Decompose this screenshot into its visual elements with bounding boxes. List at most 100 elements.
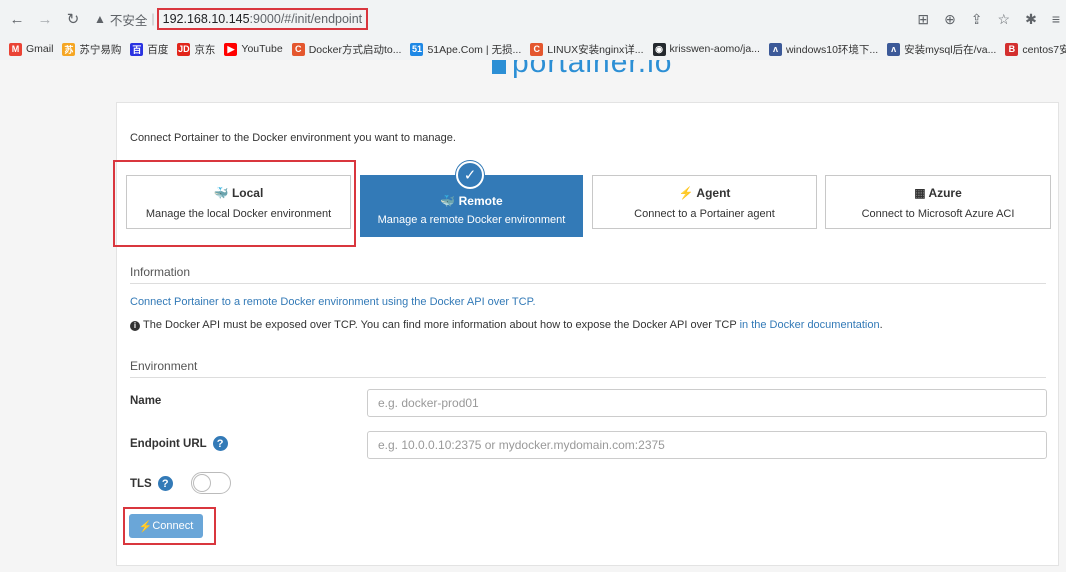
bookmark-item[interactable]: JD 京东	[177, 42, 215, 57]
bookmark-label: Docker方式启动to...	[308, 43, 402, 56]
connect-button[interactable]: ⚡ Connect	[129, 514, 203, 538]
star-icon[interactable]: ☆	[998, 11, 1011, 28]
docker-icon: 🐳	[440, 194, 456, 208]
bookmark-label: 51Ape.Com | 无损...	[427, 43, 522, 56]
page-content: portainer.io Connect Portainer to the Do…	[0, 60, 1066, 572]
connect-label: Connect	[152, 520, 194, 532]
bookmark-item[interactable]: ▶ YouTube	[224, 42, 283, 56]
windows-icon: ▦	[914, 186, 926, 200]
url-host: 192.168.10.145	[162, 12, 250, 26]
bookmark-icon: 苏	[62, 42, 76, 56]
check-icon: ✓	[456, 161, 484, 189]
tls-label-text: TLS	[130, 477, 152, 490]
forward-icon[interactable]: →	[34, 8, 56, 30]
bookmark-icon: ʌ	[887, 42, 901, 56]
tls-toggle[interactable]	[191, 472, 231, 494]
info-icon: i	[130, 321, 140, 331]
menu-icon[interactable]: ≡	[1052, 11, 1060, 27]
endpoint-url-input[interactable]	[367, 431, 1047, 459]
bookmark-item[interactable]: C LINUX安装nginx详...	[530, 42, 644, 57]
bookmark-item[interactable]: Bcentos7安	[1005, 42, 1066, 57]
info-note-end: .	[879, 319, 883, 331]
toggle-knob	[193, 474, 211, 492]
address-separator: |	[151, 12, 155, 26]
bookmark-icon: ▶	[224, 42, 238, 56]
portainer-logo-icon	[492, 60, 506, 74]
option-desc: Connect to a Portainer agent	[634, 208, 775, 220]
help-icon[interactable]: ?	[157, 476, 173, 491]
bookmark-icon: C	[291, 42, 305, 56]
bookmark-item[interactable]: 百百度	[130, 42, 168, 57]
bookmark-icon: 百	[130, 42, 144, 56]
bookmark-item[interactable]: 苏苏宁易购	[62, 42, 121, 57]
docker-icon: 🐳	[213, 186, 229, 200]
option-title: Remote	[458, 194, 503, 208]
bookmark-label: LINUX安装nginx详...	[547, 43, 644, 56]
url-highlight[interactable]: 192.168.10.145:9000/#/init/endpoint	[156, 8, 369, 30]
share-icon[interactable]: ⇪	[971, 11, 983, 28]
bookmark-item[interactable]: ◉ krisswen-aomo/ja...	[652, 42, 760, 56]
information-heading: Information	[130, 265, 1046, 284]
bookmarks-bar: M Gmail 苏苏宁易购百百度 JD 京东 ▶ YouTube C Docker方式启动to.…	[0, 38, 1066, 60]
option-title: Agent	[696, 186, 731, 200]
name-label: Name	[130, 395, 161, 407]
url-path: :9000/#/init/endpoint	[249, 12, 363, 26]
help-icon[interactable]: ?	[212, 436, 228, 451]
tls-label: TLS?	[130, 476, 173, 491]
zoom-icon[interactable]: ⊕	[944, 11, 956, 28]
bookmark-label: 安装mysql后在/va...	[904, 43, 997, 56]
name-input[interactable]	[367, 389, 1047, 417]
bolt-icon: ⚡	[678, 186, 694, 200]
bookmark-item[interactable]: C Docker方式启动to...	[291, 42, 402, 57]
logo-text: portainer.io	[512, 60, 673, 79]
intro-text: Connect Portainer to the Docker environm…	[130, 132, 456, 144]
endpoint-panel: Connect Portainer to the Docker environm…	[113, 102, 1059, 566]
bookmark-label: 百度	[147, 43, 169, 56]
option-desc: Manage a remote Docker environment	[377, 214, 566, 226]
option-title: Azure	[928, 186, 962, 200]
bookmark-item[interactable]: 51 51Ape.Com | 无损...	[410, 42, 521, 57]
option-desc: Manage the local Docker environment	[145, 208, 332, 220]
bookmark-label: YouTube	[241, 43, 283, 55]
bookmark-icon: M	[9, 42, 22, 56]
bookmark-item[interactable]: ʌ windows10环境下...	[768, 42, 879, 57]
warning-icon: ▲	[94, 12, 106, 26]
reload-icon[interactable]: ↻	[62, 8, 84, 30]
extensions-icon[interactable]: ✱	[1025, 11, 1037, 28]
bookmark-icon: B	[1005, 42, 1019, 56]
docker-docs-link[interactable]: in the Docker documentation	[740, 319, 880, 331]
name-label-text: Name	[130, 395, 162, 407]
option-agent[interactable]: ⚡ Agent Connect to a Portainer agent	[592, 175, 817, 229]
bookmark-icon: 51	[410, 42, 424, 56]
address-bar[interactable]: ▲ 不安全 | 192.168.10.145:9000/#/init/endpo…	[94, 7, 369, 31]
toolbar-actions: ⊞ ⊕ ⇪ ☆ ✱ ≡	[917, 0, 1066, 38]
bookmark-label: krisswen-aomo/ja...	[669, 43, 760, 55]
back-icon[interactable]: ←	[6, 8, 28, 30]
environment-heading: Environment	[130, 359, 1046, 378]
bookmark-label: centos7安	[1022, 43, 1066, 56]
bookmark-item[interactable]: ʌ 安装mysql后在/va...	[887, 42, 996, 57]
bookmark-icon: JD	[177, 42, 191, 56]
bolt-icon: ⚡	[138, 520, 153, 533]
remote-docker-link: Connect Portainer to a remote Docker env…	[130, 296, 536, 308]
translate-icon[interactable]: ⊞	[917, 11, 929, 28]
bookmark-icon: ʌ	[768, 42, 782, 56]
bookmark-label: windows10环境下...	[785, 43, 879, 56]
option-desc: Connect to Microsoft Azure ACI	[861, 208, 1015, 220]
bookmark-label: 苏宁易购	[79, 43, 122, 56]
bookmark-label: Gmail	[26, 43, 54, 55]
browser-toolbar: ← → ↻ ▲ 不安全 | 192.168.10.145:9000/#/init…	[0, 0, 1066, 38]
bookmark-item[interactable]: M Gmail	[9, 42, 54, 56]
info-note-text: The Docker API must be exposed over TCP.…	[143, 319, 740, 331]
option-local[interactable]: 🐳 Local Manage the local Docker environm…	[126, 175, 351, 229]
bookmark-icon: C	[530, 42, 544, 56]
option-azure[interactable]: ▦ Azure Connect to Microsoft Azure ACI	[825, 175, 1051, 229]
bookmark-icon: ◉	[652, 42, 666, 56]
portainer-logo: portainer.io	[492, 60, 672, 80]
endpoint-url-label-text: Endpoint URL	[130, 437, 207, 450]
insecure-label: 不安全	[109, 13, 148, 28]
endpoint-url-label: Endpoint URL?	[130, 436, 228, 451]
bookmark-label: 京东	[194, 43, 216, 56]
info-note: i The Docker API must be exposed over TCP…	[130, 319, 883, 331]
option-title: Local	[231, 186, 264, 200]
